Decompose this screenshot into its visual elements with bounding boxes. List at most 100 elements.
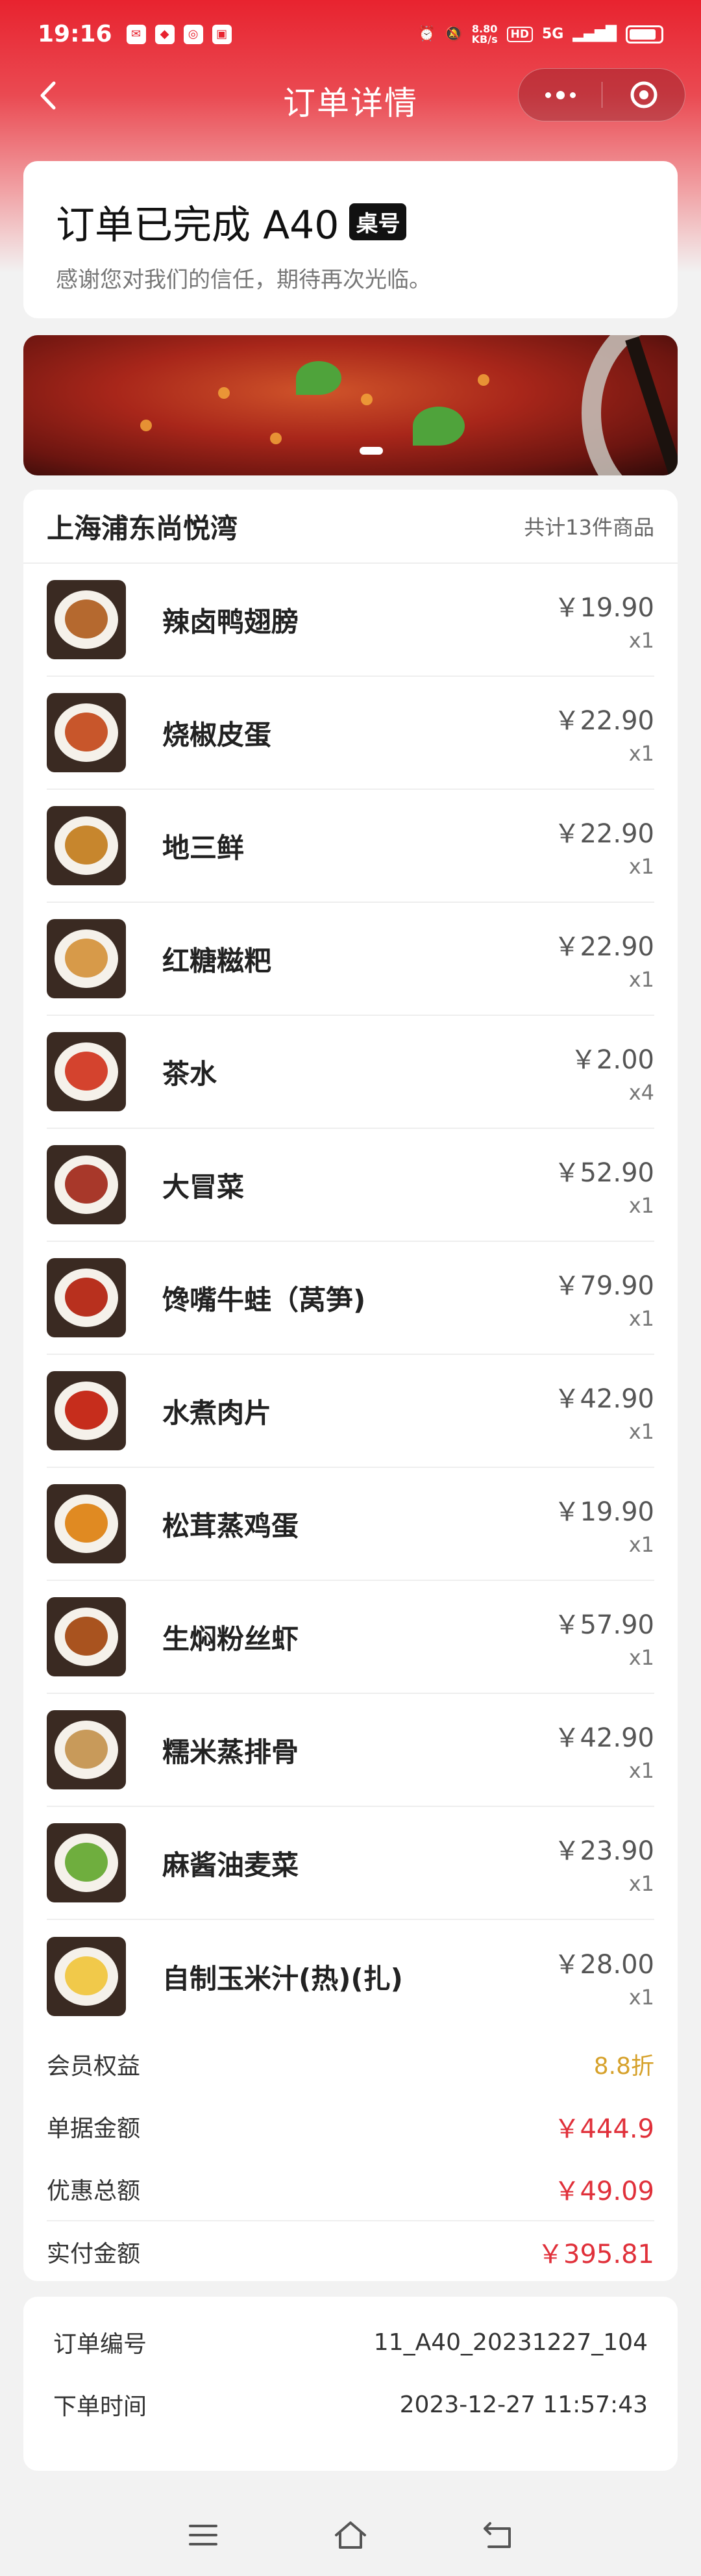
return-icon bbox=[483, 2522, 511, 2548]
menu-button[interactable] bbox=[177, 2509, 229, 2561]
list-item[interactable]: 大冒菜 ￥52.90 x1 bbox=[47, 1129, 654, 1242]
order-status-title: 订单已完成 A40 bbox=[56, 203, 339, 248]
status-time: 19:16 bbox=[38, 21, 112, 47]
item-price: ￥22.90 bbox=[554, 819, 654, 849]
close-miniprogram-button[interactable] bbox=[602, 69, 685, 121]
signal-icon: ▂▄▆█ bbox=[572, 26, 617, 42]
list-item[interactable]: 自制玉米汁(热)(扎) ￥28.00 x1 bbox=[47, 1920, 654, 2033]
item-quantity: x1 bbox=[628, 1419, 654, 1444]
item-price-block: ￥22.90 x1 bbox=[554, 700, 654, 766]
dish-image bbox=[47, 806, 126, 885]
mail-notification-icon: ✉ bbox=[126, 24, 146, 44]
item-name: 麻酱油麦菜 bbox=[162, 1849, 299, 1881]
item-price-block: ￥52.90 x1 bbox=[554, 1152, 654, 1218]
dish-image bbox=[47, 1371, 126, 1450]
list-item[interactable]: 糯米蒸排骨 ￥42.90 x1 bbox=[47, 1694, 654, 1807]
order-time-value: 2023-12-27 11:57:43 bbox=[399, 2391, 648, 2418]
dish-food bbox=[65, 1165, 108, 1204]
order-number-row: 订单编号 11_A40_20231227_104 bbox=[53, 2311, 648, 2373]
mute-icon: 🔕 bbox=[445, 26, 463, 42]
hd-badge: HD bbox=[506, 26, 533, 42]
item-price: ￥2.00 bbox=[570, 1045, 654, 1075]
banner-chili bbox=[218, 387, 230, 399]
home-icon bbox=[334, 2521, 366, 2549]
item-price-block: ￥42.90 x1 bbox=[554, 1717, 654, 1783]
alarm-icon: ⏰ bbox=[417, 26, 436, 42]
item-price-block: ￥19.90 x1 bbox=[554, 1491, 654, 1557]
dish-image bbox=[47, 1484, 126, 1563]
item-price: ￥22.90 bbox=[554, 706, 654, 736]
dish-image bbox=[47, 1597, 126, 1676]
home-button[interactable] bbox=[325, 2509, 376, 2561]
target-icon bbox=[630, 81, 657, 108]
list-item[interactable]: 松茸蒸鸡蛋 ￥19.90 x1 bbox=[47, 1468, 654, 1581]
status-right-icons: ⏰ 🔕 8.80 KB/s HD 5G ▂▄▆█ bbox=[417, 23, 663, 45]
banner-chili bbox=[140, 420, 152, 431]
list-item[interactable]: 麻酱油麦菜 ￥23.90 x1 bbox=[47, 1807, 654, 1920]
dish-image bbox=[47, 1710, 126, 1789]
dish-food bbox=[65, 1052, 108, 1091]
item-name: 自制玉米汁(热)(扎) bbox=[162, 1962, 403, 1995]
more-button[interactable] bbox=[519, 69, 602, 121]
item-price-block: ￥2.00 x4 bbox=[571, 1039, 654, 1105]
list-item[interactable]: 地三鲜 ￥22.90 x1 bbox=[47, 790, 654, 903]
order-info-card: 订单编号 11_A40_20231227_104 下单时间 2023-12-27… bbox=[23, 2297, 678, 2471]
dish-image bbox=[47, 1258, 126, 1337]
banner-chili bbox=[361, 394, 373, 405]
promo-banner[interactable] bbox=[23, 335, 678, 475]
dish-image bbox=[47, 1032, 126, 1111]
list-item[interactable]: 水煮肉片 ￥42.90 x1 bbox=[47, 1355, 654, 1468]
item-price-block: ￥22.90 x1 bbox=[554, 813, 654, 879]
item-quantity: x1 bbox=[628, 1532, 654, 1557]
dish-image bbox=[47, 1823, 126, 1902]
dish-food bbox=[65, 1278, 108, 1317]
paid-amount-label: 实付金额 bbox=[47, 2241, 141, 2267]
list-item[interactable]: 茶水 ￥2.00 x4 bbox=[47, 1016, 654, 1129]
item-quantity: x1 bbox=[628, 967, 654, 992]
back-nav-button[interactable] bbox=[472, 2509, 524, 2561]
store-notification-icon: ▣ bbox=[212, 24, 232, 44]
item-price: ￥19.90 bbox=[554, 1497, 654, 1527]
item-name: 茶水 bbox=[162, 1057, 217, 1090]
item-name: 松茸蒸鸡蛋 bbox=[162, 1509, 299, 1542]
network-type: 5G bbox=[541, 26, 564, 42]
dish-image bbox=[47, 693, 126, 772]
item-name: 烧椒皮蛋 bbox=[162, 718, 272, 751]
banner-chili bbox=[478, 374, 489, 386]
dish-image bbox=[47, 919, 126, 998]
bill-amount-row: 单据金额 ￥444.9 bbox=[47, 2095, 654, 2158]
order-summary: 会员权益 8.8折 单据金额 ￥444.9 优惠总额 ￥49.09 实付金额 ￥… bbox=[23, 2033, 678, 2282]
dish-image bbox=[47, 580, 126, 659]
item-price: ￥52.90 bbox=[554, 1158, 654, 1188]
dish-food bbox=[65, 600, 108, 638]
item-price: ￥22.90 bbox=[554, 932, 654, 962]
item-price: ￥79.90 bbox=[554, 1271, 654, 1301]
discount-total-row: 优惠总额 ￥49.09 bbox=[47, 2158, 654, 2220]
system-status-bar: 19:16 ✉ ◆ ◎ ▣ ⏰ 🔕 8.80 KB/s HD 5G ▂▄▆█ bbox=[0, 0, 701, 68]
discount-total-value: ￥49.09 bbox=[554, 2177, 654, 2206]
dish-food bbox=[65, 1730, 108, 1769]
order-time-label: 下单时间 bbox=[53, 2393, 147, 2420]
list-item[interactable]: 馋嘴牛蛙（莴笋) ￥79.90 x1 bbox=[47, 1242, 654, 1355]
item-price-block: ￥22.90 x1 bbox=[554, 926, 654, 992]
banner-indicator[interactable] bbox=[360, 447, 383, 455]
list-item[interactable]: 烧椒皮蛋 ￥22.90 x1 bbox=[47, 677, 654, 790]
app-notification-icon: ◆ bbox=[154, 24, 175, 44]
browser-notification-icon: ◎ bbox=[183, 24, 203, 44]
item-count: 共计13件商品 bbox=[524, 515, 654, 540]
menu-icon bbox=[189, 2525, 218, 2545]
paid-amount-row: 实付金额 ￥395.81 bbox=[47, 2220, 654, 2282]
dish-food bbox=[65, 1617, 108, 1656]
item-quantity: x1 bbox=[628, 1758, 654, 1783]
item-name: 水煮肉片 bbox=[162, 1396, 272, 1429]
notification-icons: ✉ ◆ ◎ ▣ bbox=[126, 24, 232, 44]
network-speed: 8.80 KB/s bbox=[472, 23, 498, 45]
item-price-block: ￥79.90 x1 bbox=[554, 1265, 654, 1331]
list-item[interactable]: 辣卤鸭翅膀 ￥19.90 x1 bbox=[47, 564, 654, 677]
order-status-row: 订单已完成 A40 桌号 bbox=[56, 194, 645, 250]
list-item[interactable]: 生焖粉丝虾 ￥57.90 x1 bbox=[47, 1581, 654, 1694]
list-item[interactable]: 红糖糍粑 ￥22.90 x1 bbox=[47, 903, 654, 1016]
item-quantity: x1 bbox=[628, 1871, 654, 1896]
dish-food bbox=[65, 1504, 108, 1543]
order-time-row: 下单时间 2023-12-27 11:57:43 bbox=[53, 2373, 648, 2436]
